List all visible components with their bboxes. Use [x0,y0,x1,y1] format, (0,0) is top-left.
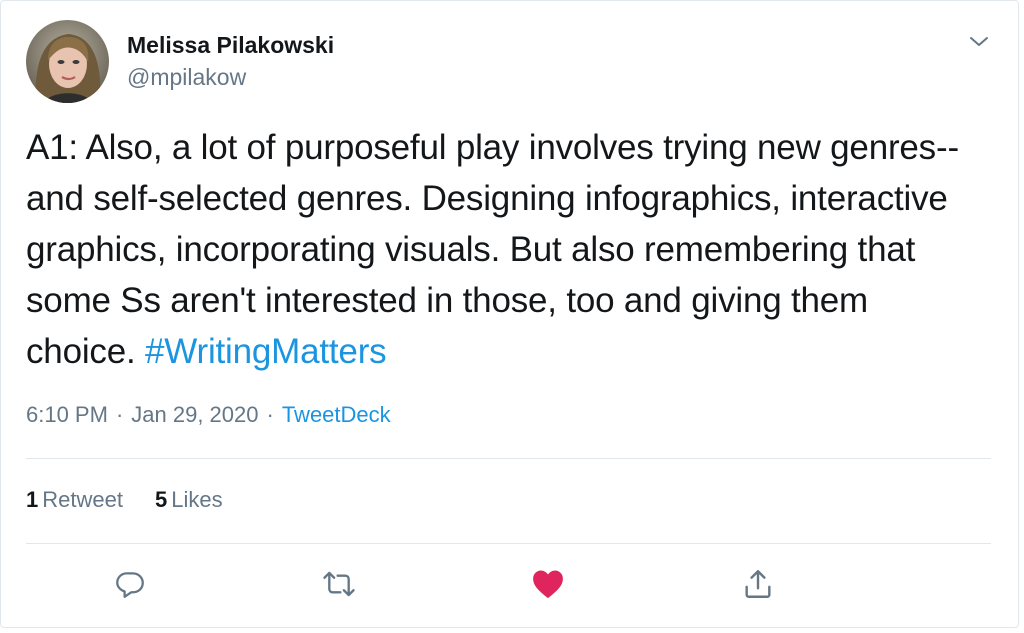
reply-icon [116,572,144,598]
share-icon [745,570,771,598]
display-name[interactable]: Melissa Pilakowski [127,31,334,59]
retweet-button[interactable] [321,566,357,602]
like-button[interactable] [530,566,566,602]
retweets-stat[interactable]: 1 Retweet [26,486,123,514]
heart-icon [533,570,563,599]
reply-button[interactable] [112,566,148,602]
share-button[interactable] [740,566,776,602]
meta-separator: · [115,402,124,427]
likes-count: 5 [154,487,168,512]
avatar[interactable] [26,20,109,103]
chevron-down-icon[interactable] [966,32,992,52]
tweet-date[interactable]: Jan 29, 2020 [131,402,258,427]
retweets-count: 1 [26,487,39,512]
divider [26,543,991,544]
tweet-card: Melissa Pilakowski @mpilakow A1: Also, a… [0,0,1019,628]
likes-stat[interactable]: 5 Likes [155,486,223,514]
tweet-source-link[interactable]: TweetDeck [282,402,391,427]
likes-label: Likes [171,487,223,512]
hashtag-link[interactable]: #WritingMatters [145,332,387,371]
retweet-icon [323,571,355,597]
tweet-meta: 6:10 PM · Jan 29, 2020 · TweetDeck [26,401,391,429]
retweets-label: Retweet [42,487,123,512]
tweet-text: A1: Also, a lot of purposeful play invol… [26,122,986,377]
avatar-image [26,20,109,103]
tweet-time[interactable]: 6:10 PM [26,402,108,427]
meta-separator: · [266,402,274,427]
tweet-stats: 1 Retweet 5 Likes [26,486,255,514]
user-handle[interactable]: @mpilakow [127,63,246,91]
divider [26,458,991,459]
